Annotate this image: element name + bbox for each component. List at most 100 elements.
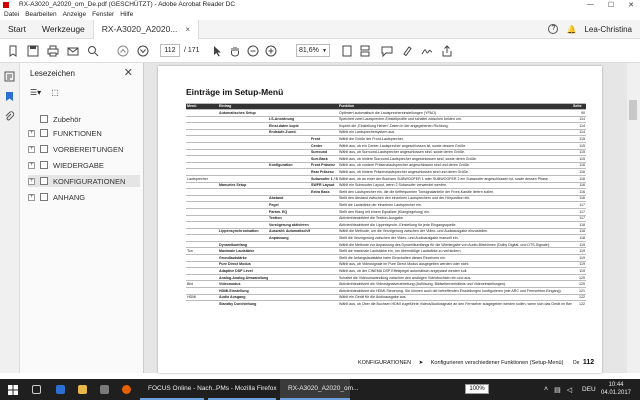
table-row: Lippensynchronisation Auswahl: Automatisc…	[186, 227, 586, 235]
chevron-down-icon: ▼	[322, 47, 327, 54]
menu-fenster[interactable]: Fenster	[92, 11, 114, 18]
tray-chevron-icon[interactable]: ˄	[544, 386, 548, 393]
function-desc: Wählt aus, ob ein Center-Lautsprecher an…	[338, 141, 572, 150]
table-row: Front Wählt die Größe der Front-Lautsprec…	[186, 135, 586, 143]
menu-bearbeiten[interactable]: Bearbeiten	[25, 11, 56, 18]
expand-icon[interactable]: +	[28, 193, 35, 201]
table-row: Analog-Analog-Umwandlung Schaltet die Vid…	[186, 273, 586, 281]
entry-cell: Front	[310, 135, 338, 143]
firefox-pinned-icon[interactable]	[118, 379, 135, 400]
taskbar-item-acrobat[interactable]: RX-A3020_A2020_om...	[280, 379, 358, 400]
search-icon[interactable]	[86, 44, 100, 58]
bookmark-vorbereitungen[interactable]: + VORBEREITUNGEN	[28, 143, 140, 155]
bookmark-anhang[interactable]: + ANHANG	[28, 191, 140, 203]
bookmark-icon	[40, 161, 48, 169]
function-desc: Wählt aus, ob Surround-Lautsprecher ange…	[338, 148, 572, 156]
taskview-icon[interactable]	[28, 379, 45, 400]
function-desc: Optimiert automatisch die Lautsprecherei…	[338, 109, 572, 117]
print-icon[interactable]	[46, 44, 60, 58]
store-icon[interactable]	[96, 379, 113, 400]
select-cursor-icon[interactable]	[210, 44, 224, 58]
entry-cell	[218, 168, 268, 176]
volume-icon[interactable]: ◁	[567, 386, 572, 394]
entry-cell	[268, 273, 310, 281]
expand-icon[interactable]: +	[28, 145, 35, 153]
entry-cell	[268, 188, 310, 196]
expand-icon[interactable]: +	[28, 129, 35, 137]
tab-start[interactable]: Start	[0, 20, 34, 39]
input-language[interactable]: DEU	[578, 379, 596, 400]
network-icon[interactable]: ▤	[554, 386, 561, 394]
footer-lang: De	[572, 360, 580, 366]
start-button[interactable]	[4, 379, 18, 400]
scroll-mode-icon[interactable]	[358, 44, 372, 58]
menu-hilfe[interactable]: Hilfe	[120, 11, 133, 18]
explorer-icon[interactable]	[74, 379, 91, 400]
menu-anzeige[interactable]: Anzeige	[63, 11, 87, 18]
share-icon[interactable]	[440, 44, 454, 58]
zoom-in-icon[interactable]	[264, 44, 278, 58]
menu-datei[interactable]: Datei	[4, 11, 19, 18]
tab-werkzeuge[interactable]: Werkzeuge	[34, 20, 93, 39]
close-panel-icon[interactable]: ✕	[124, 66, 133, 79]
tab-document[interactable]: RX-A3020_A2020... ×	[92, 19, 200, 39]
page-down-icon[interactable]	[136, 44, 150, 58]
help-icon[interactable]: ?	[548, 24, 559, 34]
options-menu-icon[interactable]: ☰▾	[30, 88, 41, 97]
bookmark-add-icon[interactable]	[6, 44, 20, 58]
table-row: Pure Direct Modus Wählt aus, ob Videosign…	[186, 260, 586, 268]
clock[interactable]: 10:44 04.01.2017	[596, 381, 636, 397]
bookmark-wiedergabe[interactable]: + WIEDERGABE	[28, 159, 140, 171]
entry-cell	[268, 300, 310, 308]
expand-icon[interactable]: +	[28, 161, 35, 169]
entry-cell	[186, 194, 218, 202]
comment-icon[interactable]	[380, 44, 394, 58]
taskbar-item-firefox[interactable]: PMs - Mozilla Firefox	[208, 379, 277, 400]
attachment-icon[interactable]	[4, 111, 15, 122]
entry-cell	[186, 148, 218, 156]
entry-cell	[186, 273, 218, 281]
entry-cell	[268, 260, 310, 268]
minimize-button[interactable]: —	[587, 1, 594, 9]
bell-icon[interactable]: 🔔	[566, 25, 576, 34]
save-icon[interactable]	[26, 44, 40, 58]
bookmark-konfigurationen[interactable]: + KONFIGURATIONEN	[28, 175, 140, 187]
entry-cell	[310, 214, 338, 222]
expand-icon[interactable]: +	[28, 177, 35, 185]
email-icon[interactable]	[66, 44, 80, 58]
page-ref: 117	[572, 207, 586, 215]
entry-cell	[310, 287, 338, 295]
zoom-out-icon[interactable]	[246, 44, 260, 58]
entry-cell	[268, 109, 310, 117]
new-bookmark-icon[interactable]: ⬚	[51, 88, 59, 97]
hand-tool-icon[interactable]	[228, 44, 242, 58]
highlight-icon[interactable]	[400, 44, 414, 58]
sign-icon[interactable]	[420, 44, 434, 58]
maximize-button[interactable]: ☐	[608, 1, 614, 9]
zoom-indicator[interactable]: 100%	[465, 384, 489, 394]
table-row: Grundlautstärke Stellt die Anfangslautstä…	[186, 254, 586, 262]
bookmark-zubehoer[interactable]: Zubehör	[28, 113, 140, 125]
menu-bar: Datei Bearbeiten Anzeige Fenster Hilfe	[0, 9, 640, 20]
entry-cell	[218, 174, 268, 183]
close-tab-icon[interactable]: ×	[185, 25, 190, 34]
entry-cell: Surround	[310, 148, 338, 156]
page-number-input[interactable]: 112	[160, 44, 180, 57]
function-desc: Wählt aus, ob vordere Präsenzlautspreche…	[338, 161, 572, 169]
page-up-icon[interactable]	[116, 44, 130, 58]
edge-icon[interactable]	[52, 379, 69, 400]
scrollbar-thumb[interactable]	[629, 100, 637, 120]
function-desc: Aktiviert/deaktiviert die Testton-Ausgab…	[338, 214, 572, 222]
pages-thumbnails-icon[interactable]	[4, 71, 15, 82]
entry-cell	[310, 247, 338, 255]
close-window-button[interactable]: ✕	[628, 1, 634, 9]
page-fit-icon[interactable]	[340, 44, 354, 58]
function-desc: Kopiert die „Einstellung Heben“-Daten in…	[338, 122, 572, 130]
taskbar-item-focus[interactable]: FOCUS Online - Nach...	[140, 379, 218, 400]
user-name[interactable]: Lea-Christina	[584, 25, 632, 34]
zoom-select[interactable]: 81,6% ▼	[296, 44, 330, 57]
bookmarks-panel-icon[interactable]	[4, 91, 15, 102]
bookmark-funktionen[interactable]: + FUNKTIONEN	[28, 127, 140, 139]
entry-cell: Anpassung	[268, 234, 310, 242]
function-desc: Wählt ein Gerät für die Audioausgabe aus…	[338, 293, 572, 301]
